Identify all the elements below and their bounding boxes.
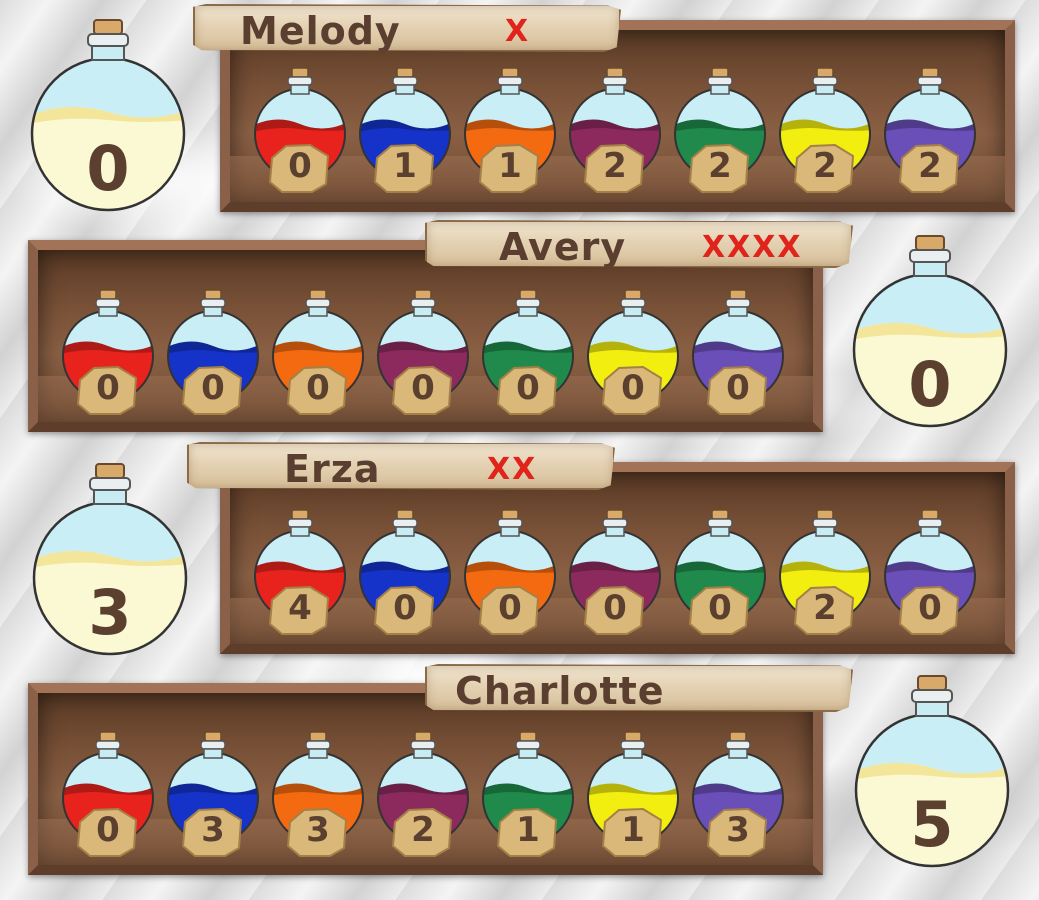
name-plank-melody: Melody X [193, 4, 621, 52]
potion-flask: 0 [270, 288, 366, 418]
potion-flask: 2 [777, 508, 873, 638]
potion-count: 0 [96, 810, 120, 850]
potion-count: 0 [96, 368, 120, 408]
potion-flask: 2 [777, 66, 873, 196]
potion-count: 0 [726, 368, 750, 408]
potion-count: 0 [708, 588, 732, 628]
potion-count: 2 [411, 810, 435, 850]
name-plank-charlotte: Charlotte [425, 664, 853, 712]
score-flask-erza: 3 [30, 460, 190, 660]
potion-count: 0 [918, 588, 942, 628]
score-value: 5 [910, 788, 954, 861]
strike-marks: XX [487, 452, 538, 487]
potion-count: 2 [813, 146, 837, 186]
name-plank-avery: Avery XXXX [425, 220, 853, 268]
potion-count: 1 [516, 810, 540, 850]
potion-count: 2 [603, 146, 627, 186]
potion-count: 4 [288, 588, 312, 628]
potion-count: 0 [201, 368, 225, 408]
potion-flask: 3 [690, 730, 786, 860]
potion-count: 0 [621, 368, 645, 408]
strike-marks: XXXX [702, 230, 803, 265]
potion-count: 0 [393, 588, 417, 628]
potion-flask: 2 [567, 66, 663, 196]
score-flask-avery: 0 [850, 232, 1010, 432]
potion-flask: 0 [690, 288, 786, 418]
potion-count: 1 [498, 146, 522, 186]
potion-count: 0 [603, 588, 627, 628]
score-value: 0 [86, 132, 130, 205]
player-name: Erza [284, 447, 381, 491]
potion-count: 2 [918, 146, 942, 186]
potion-count: 2 [708, 146, 732, 186]
potion-flask: 0 [252, 66, 348, 196]
potion-flask: 1 [480, 730, 576, 860]
potion-flask: 3 [270, 730, 366, 860]
potion-count: 1 [393, 146, 417, 186]
potion-flask: 1 [585, 730, 681, 860]
player-name: Melody [240, 9, 401, 53]
score-value: 0 [908, 348, 952, 421]
potion-count: 3 [306, 810, 330, 850]
strike-marks: X [505, 14, 531, 49]
potion-flask: 2 [672, 66, 768, 196]
player-name: Charlotte [455, 669, 665, 713]
potion-count: 0 [288, 146, 312, 186]
potion-count: 3 [201, 810, 225, 850]
player-name: Avery [499, 225, 627, 269]
potion-flask: 0 [480, 288, 576, 418]
potion-flask: 0 [567, 508, 663, 638]
potion-flask: 0 [60, 288, 156, 418]
score-flask-charlotte: 5 [852, 672, 1012, 872]
potion-flask: 0 [375, 288, 471, 418]
potion-flask: 1 [462, 66, 558, 196]
name-plank-erza: Erza XX [187, 442, 615, 490]
potion-flask: 0 [357, 508, 453, 638]
potion-flask: 3 [165, 730, 261, 860]
score-flask-melody: 0 [28, 16, 188, 216]
potion-count: 2 [813, 588, 837, 628]
potion-flask: 2 [882, 66, 978, 196]
potion-count: 3 [726, 810, 750, 850]
potion-flask: 0 [462, 508, 558, 638]
potion-count: 0 [411, 368, 435, 408]
potion-flask: 1 [357, 66, 453, 196]
potion-flask: 4 [252, 508, 348, 638]
potion-flask: 0 [585, 288, 681, 418]
potion-flask: 0 [165, 288, 261, 418]
potion-count: 0 [498, 588, 522, 628]
potion-count: 1 [621, 810, 645, 850]
potion-count: 0 [306, 368, 330, 408]
potion-flask: 0 [60, 730, 156, 860]
potion-flask: 2 [375, 730, 471, 860]
potion-count: 0 [516, 368, 540, 408]
score-value: 3 [88, 576, 132, 649]
potion-flask: 0 [672, 508, 768, 638]
potion-flask: 0 [882, 508, 978, 638]
